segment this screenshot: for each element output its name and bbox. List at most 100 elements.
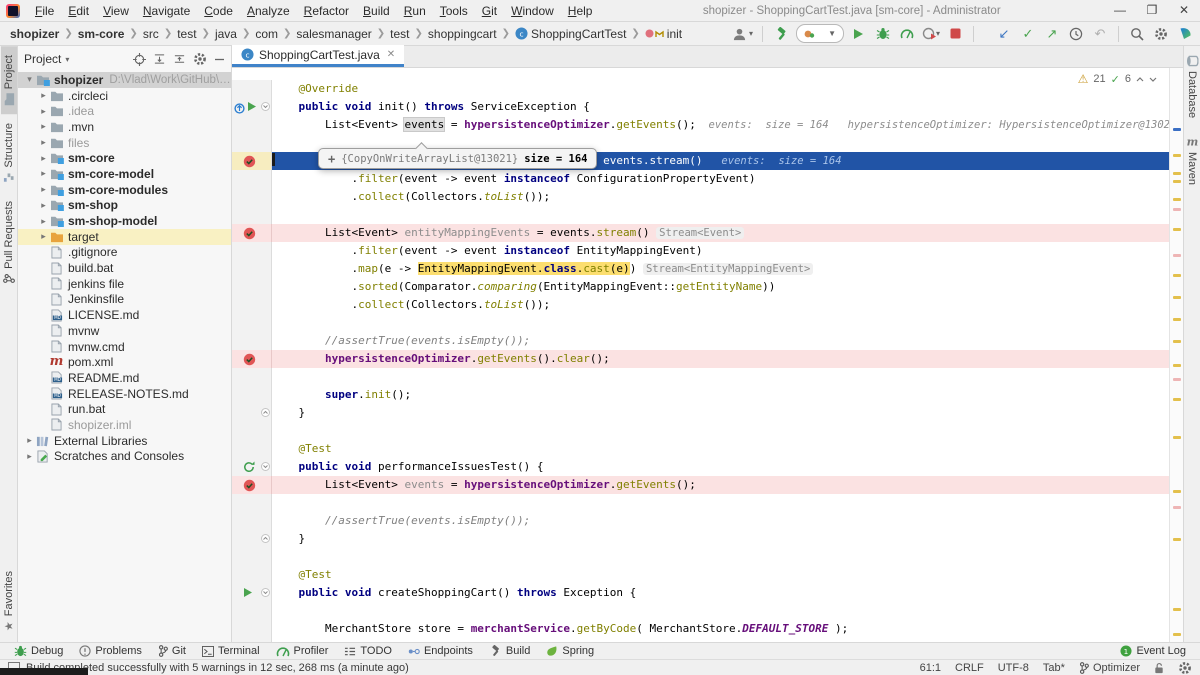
breakpoint-icon[interactable] — [243, 353, 256, 366]
rollback-button[interactable]: ↶ — [1091, 24, 1109, 44]
run-button[interactable] — [850, 24, 868, 44]
stripe-mark[interactable] — [1173, 274, 1181, 277]
stripe-mark[interactable] — [1173, 506, 1181, 509]
code-text[interactable]: List<Event> entityMappingEvents = events… — [272, 224, 1169, 242]
code-text[interactable]: @Override — [272, 80, 1169, 98]
editor-gutter[interactable] — [232, 512, 272, 530]
override-marker-icon[interactable] — [234, 101, 257, 114]
editor-gutter[interactable] — [232, 584, 272, 602]
code-line-27[interactable] — [232, 548, 1169, 566]
rerun-test-icon[interactable] — [243, 461, 255, 473]
tree-item-target[interactable]: ▸ target — [18, 228, 231, 245]
code-text[interactable]: public void init() throws ServiceExcepti… — [272, 98, 1169, 116]
git-update-button[interactable]: ↙ — [995, 24, 1013, 44]
editor-gutter[interactable] — [232, 242, 272, 260]
code-line-28[interactable]: @Test — [232, 566, 1169, 584]
tree-twisty-icon[interactable]: ▸ — [38, 106, 49, 117]
toolwindow-button-spring[interactable]: Spring — [538, 643, 602, 659]
status-utf-8[interactable]: UTF-8 — [998, 662, 1029, 674]
tree-item-jenkins-file[interactable]: jenkins file — [18, 276, 231, 292]
stripe-mark[interactable] — [1173, 608, 1181, 611]
editor-gutter[interactable] — [232, 296, 272, 314]
editor-gutter[interactable] — [232, 404, 272, 422]
expand-all-button[interactable] — [153, 53, 166, 65]
code-text[interactable]: } — [272, 530, 1169, 548]
code-text[interactable] — [272, 494, 1169, 512]
code-line-21[interactable]: @Test — [232, 440, 1169, 458]
tree-twisty-icon[interactable]: ▸ — [38, 90, 49, 101]
code-text[interactable]: List<Event> events = hypersistenceOptimi… — [272, 116, 1169, 134]
tree-item-run-bat[interactable]: run.bat — [18, 401, 231, 417]
menu-edit[interactable]: Edit — [61, 2, 96, 20]
tree-item-mvn[interactable]: ▸ .mvn — [18, 119, 231, 135]
code-line-7[interactable]: .collect(Collectors.toList()); — [232, 188, 1169, 206]
inspections-widget[interactable]: ⚠ 21 ✓ 6 — [1078, 72, 1157, 86]
editor-gutter[interactable] — [232, 134, 272, 152]
toolwindow-tab-database[interactable]: Database — [1185, 46, 1199, 127]
code-text[interactable]: List<Event> events = hypersistenceOptimi… — [272, 476, 1169, 494]
stripe-mark[interactable] — [1173, 154, 1181, 157]
tree-twisty-icon[interactable]: ▸ — [38, 231, 49, 242]
status-optimizer[interactable]: Optimizer — [1079, 662, 1140, 674]
tree-twisty-icon[interactable]: ▸ — [24, 435, 35, 446]
fold-open-icon[interactable] — [261, 588, 270, 597]
toolwindow-button-debug[interactable]: Debug — [6, 643, 71, 659]
editor-gutter[interactable] — [232, 422, 272, 440]
toolwindow-button-terminal[interactable]: Terminal — [194, 643, 268, 659]
editor-gutter[interactable] — [232, 476, 272, 494]
breadcrumb-test[interactable]: test — [390, 27, 409, 41]
code-text[interactable]: .collect(Collectors.toList()); — [272, 188, 1169, 206]
run-configuration-select[interactable]: ▼ — [796, 24, 844, 43]
menu-build[interactable]: Build — [356, 2, 397, 20]
code-line-26[interactable]: } — [232, 530, 1169, 548]
status-tab[interactable]: Tab* — [1043, 662, 1065, 674]
panel-settings-button[interactable] — [193, 52, 207, 66]
code-line-11[interactable]: .map(e -> EntityMappingEvent.class.cast(… — [232, 260, 1169, 278]
breakpoint-icon[interactable] — [243, 227, 256, 240]
code-line-29[interactable]: public void createShoppingCart() throws … — [232, 584, 1169, 602]
breadcrumb-shopizer[interactable]: shopizer — [10, 27, 59, 41]
menu-analyze[interactable]: Analyze — [240, 2, 297, 20]
fold-open-icon[interactable] — [261, 102, 270, 111]
code-text[interactable]: @Test — [272, 440, 1169, 458]
breakpoint-icon[interactable] — [243, 155, 256, 168]
tree-item-gitignore[interactable]: .gitignore — [18, 245, 231, 261]
code-line-9[interactable]: List<Event> entityMappingEvents = events… — [232, 224, 1169, 242]
prev-issue-icon[interactable] — [1136, 76, 1144, 83]
stripe-mark[interactable] — [1173, 172, 1181, 175]
menu-view[interactable]: View — [96, 2, 136, 20]
tree-twisty-icon[interactable]: ▸ — [38, 121, 49, 132]
menu-navigate[interactable]: Navigate — [136, 2, 197, 20]
breadcrumb-java[interactable]: java — [215, 27, 237, 41]
maximize-button[interactable]: ❐ — [1136, 0, 1168, 21]
code-line-15[interactable]: //assertTrue(events.isEmpty()); — [232, 332, 1169, 350]
tree-twisty-icon[interactable]: ▸ — [24, 451, 35, 462]
fold-open-icon[interactable] — [261, 462, 270, 471]
code-text[interactable]: hypersistenceOptimizer.getEvents().clear… — [272, 350, 1169, 368]
toolwindow-tab-maven[interactable]: m Maven — [1185, 127, 1200, 194]
breadcrumb-shoppingcart[interactable]: shoppingcart — [428, 27, 497, 41]
breadcrumb-init[interactable]: init — [645, 27, 682, 41]
code-text[interactable]: .sorted(Comparator.comparing(EntityMappi… — [272, 278, 1169, 296]
menu-help[interactable]: Help — [561, 2, 600, 20]
tree-item-external-libraries[interactable]: ▸ External Libraries — [18, 433, 231, 449]
editor-gutter[interactable] — [232, 314, 272, 332]
code-line-16[interactable]: hypersistenceOptimizer.getEvents().clear… — [232, 350, 1169, 368]
tree-item-idea[interactable]: ▸ .idea — [18, 103, 231, 119]
code-line-6[interactable]: .filter(event -> event instanceof Config… — [232, 170, 1169, 188]
breadcrumb-sm-core[interactable]: sm-core — [78, 27, 125, 41]
code-line-14[interactable] — [232, 314, 1169, 332]
editor-gutter[interactable] — [232, 152, 272, 170]
code-line-17[interactable] — [232, 368, 1169, 386]
stripe-mark[interactable] — [1173, 296, 1181, 299]
editor-gutter[interactable] — [232, 458, 272, 476]
code-text[interactable]: //assertTrue(events.isEmpty()); — [272, 512, 1169, 530]
coverage-button[interactable]: ▾ — [922, 24, 940, 44]
tree-twisty-icon[interactable]: ▸ — [38, 153, 49, 164]
code-line-25[interactable]: //assertTrue(events.isEmpty()); — [232, 512, 1169, 530]
code-line-31[interactable]: MerchantStore store = merchantService.ge… — [232, 620, 1169, 638]
code-line-3[interactable]: List<Event> events = hypersistenceOptimi… — [232, 116, 1169, 134]
code-text[interactable] — [272, 206, 1169, 224]
tree-item-jenkinsfile[interactable]: Jenkinsfile — [18, 292, 231, 308]
editor-gutter[interactable] — [232, 548, 272, 566]
